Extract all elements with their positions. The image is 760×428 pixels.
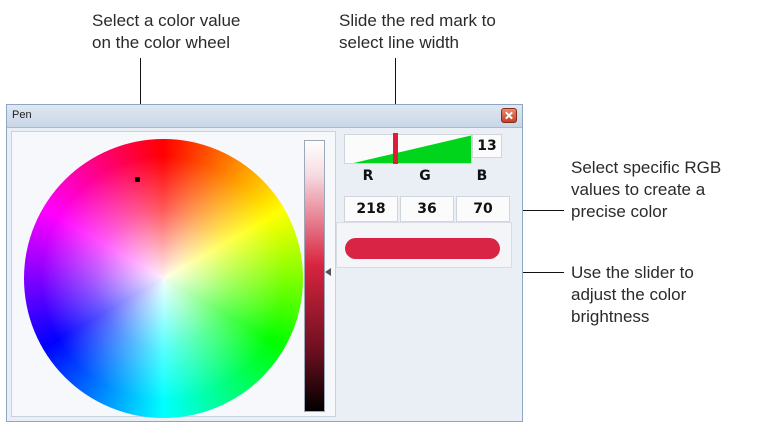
callout-line-width: Slide the red mark to select line width [339,11,496,52]
line-width-mark[interactable] [393,133,399,164]
rgb-input-b[interactable]: 70 [456,196,510,222]
close-icon[interactable] [501,108,517,123]
callout-color-wheel: Select a color value on the color wheel [92,11,241,52]
rgb-label-r: R [362,168,374,184]
line-width-wedge [345,135,471,163]
color-wheel[interactable] [24,139,303,418]
window-title: Pen [12,109,32,121]
color-wheel-panel [11,131,336,418]
rgb-input-g[interactable]: 36 [400,196,454,222]
rgb-label-g: G [419,168,431,184]
brightness-slider[interactable] [304,140,325,412]
brightness-slider-thumb-icon[interactable] [325,268,331,276]
line-width-value[interactable]: 13 [472,134,502,158]
title-bar: Pen [7,105,522,128]
line-width-slider[interactable] [344,134,472,164]
color-preview-swatch [345,238,500,259]
callout-brightness: Use the slider to adjust the color brigh… [571,263,694,326]
callout-rgb: Select specific RGB values to create a p… [571,158,722,221]
color-wheel-marker[interactable] [135,177,140,182]
rgb-label-b: B [476,168,488,184]
rgb-input-r[interactable]: 218 [344,196,398,222]
